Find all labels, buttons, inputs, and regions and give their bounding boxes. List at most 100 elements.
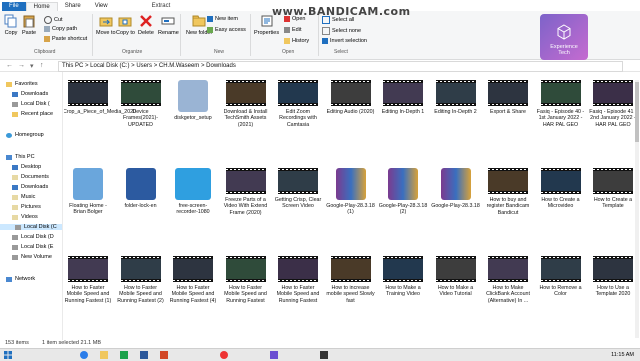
back-arrow-icon[interactable]: ← [6,62,13,69]
nav-label: Videos [21,214,38,220]
file-item[interactable]: How to Create a Template [589,168,637,210]
scrollbar-thumb[interactable] [635,82,639,142]
tab-file[interactable]: File [2,2,26,11]
copy-button[interactable]: Copy [4,14,18,36]
invert-selection-button[interactable]: Invert selection [322,38,367,44]
file-item[interactable]: Getting Crisp, Clear Screen Video [274,168,322,210]
nav-item-new-volume[interactable]: New Volume [12,254,52,260]
file-item[interactable]: How to Faster Mobile Speed and Running F… [274,256,322,304]
file-item[interactable]: How to Faster Mobile Speed and Running F… [222,256,270,304]
file-name: Fasiq - Episode 41 - 2nd January 2022 - … [589,109,637,128]
file-item[interactable]: Google-Play-28.3.18 (1) [326,168,375,216]
file-item[interactable]: How to Make a Training Video [379,256,427,298]
file-name: How to Create a Microvideo [541,197,580,210]
lock-installer-icon [125,168,156,200]
delete-button[interactable]: Delete [138,14,154,36]
nav-item-desktop[interactable]: Desktop [12,164,41,170]
easy-access-button[interactable]: Easy access [207,27,246,33]
tab-extract[interactable]: Extract [145,2,178,11]
file-item[interactable]: Editing In-Depth 2 [432,80,480,115]
file-item[interactable]: Google-Play-28.3.18 [431,168,480,209]
ribbon-tabs: File Home Share View Extract [0,2,178,12]
file-item[interactable]: Google-Play-28.3.18 (2) [379,168,427,216]
video-thumbnail-icon [278,168,318,194]
file-item[interactable]: How to Make a Video Tutorial [432,256,480,298]
file-item[interactable]: Export & Share [484,80,532,115]
nav-item-local-disk-e[interactable]: Local Disk (E [12,244,53,250]
documents-icon [12,174,18,180]
homegroup[interactable]: Homegroup [6,132,44,138]
file-item[interactable]: folder-lock-en [117,168,165,209]
network[interactable]: Network [6,276,35,282]
excel-icon[interactable] [120,351,128,359]
file-item[interactable]: How to Make ClickBank Account (Alternati… [484,256,532,304]
tab-view[interactable]: View [88,2,115,11]
file-item[interactable]: free-screen-recorder-1080 [169,168,217,216]
windows-start-icon[interactable] [4,351,12,359]
bandicam-icon[interactable] [320,351,328,359]
nav-item-local-disk-d[interactable]: Local Disk (D [12,234,54,240]
logo-line2: Tech [558,50,570,56]
up-arrow-icon[interactable]: ↑ [40,62,44,69]
file-item[interactable]: Editing In-Depth 1 [379,80,427,115]
nav-label: Local Disk (C [24,224,57,230]
nav-item-music[interactable]: Music [12,194,35,200]
this-pc[interactable]: This PC [6,154,35,160]
paste-button[interactable]: Paste [22,14,36,36]
vertical-scrollbar[interactable] [635,80,639,338]
file-item[interactable]: Device Frames(2021)-UPDATED [117,80,165,128]
file-item[interactable]: Fasiq - Episode 40 - 1st January 2022 - … [537,80,585,128]
file-item[interactable]: How to Use a Template 2020 [589,256,637,298]
nav-item-downloads[interactable]: Downloads [12,184,48,190]
file-item[interactable]: Floating Home - Brian Bolger [64,168,112,216]
copy-to-button[interactable]: Copy to [116,14,135,36]
powerpoint-icon[interactable] [160,351,168,359]
file-item[interactable]: Download & Install TechSmith Assets (202… [222,80,270,128]
chrome-icon[interactable] [220,351,228,359]
cut-button[interactable]: Cut [44,16,63,24]
rename-label: Rename [158,30,179,36]
nav-item-local-disk-fav[interactable]: Local Disk ( [12,101,50,107]
rename-button[interactable]: Rename [158,14,179,36]
select-none-button[interactable]: Select none [322,27,361,35]
paste-shortcut-button[interactable]: Paste shortcut [44,36,87,42]
address-bar[interactable]: This PC > Local Disk (C:) > Users > CH.M… [58,61,623,72]
nav-item-documents[interactable]: Documents [12,174,49,180]
nav-item-local-disk-c[interactable]: Local Disk (C [0,224,62,230]
nav-item-recent-places[interactable]: Recent place [12,111,53,117]
video-thumbnail-icon [278,256,318,282]
file-item[interactable]: How to Faster Mobile Speed and Running F… [169,256,217,304]
file-item[interactable]: How to buy and register Bandicam Bandicu… [484,168,532,216]
move-to-button[interactable]: Move to [96,14,116,36]
favorites-group[interactable]: Favorites [6,81,38,87]
edit-button[interactable]: Edit [284,27,301,33]
word-icon[interactable] [140,351,148,359]
file-item[interactable]: How to increase mobile speed Slowly fast [326,256,375,304]
file-item[interactable]: Crop_a_Piece_of_Media_2020 [64,80,136,115]
file-item[interactable]: How to Create a Microvideo [537,168,585,210]
file-item[interactable]: Edit Zoom Recordings with Camtasia [274,80,322,128]
history-dropdown-icon[interactable]: ▾ [30,62,34,70]
camtasia-icon[interactable] [270,351,278,359]
winrar-archive-icon [440,168,471,200]
file-item[interactable]: Fasiq - Episode 41 - 2nd January 2022 - … [589,80,637,128]
navigation-pane: Favorites Downloads Local Disk ( Recent … [0,72,63,340]
nav-item-videos[interactable]: Videos [12,214,38,220]
nav-item-downloads-fav[interactable]: Downloads [12,91,48,97]
tab-share[interactable]: Share [58,2,88,11]
nav-item-pictures[interactable]: Pictures [12,204,41,210]
download-folder-icon [12,91,18,97]
properties-label: Properties [254,30,280,36]
file-item[interactable]: How to Remove a Color [537,256,585,298]
file-explorer-icon[interactable] [100,351,108,359]
copy-path-button[interactable]: Copy path [44,26,77,32]
history-button[interactable]: History [284,38,309,44]
forward-arrow-icon[interactable]: → [18,62,25,69]
edge-icon[interactable] [80,351,88,359]
file-item[interactable]: Freeze Parts of a Video With Extend Fram… [222,168,270,216]
new-item-button[interactable]: New item [207,16,238,22]
file-item[interactable]: diskgetor_setup [169,80,217,121]
file-item[interactable]: How to Faster Mobile Speed and Running F… [117,256,165,304]
file-item[interactable]: Editing Audio (2020) [327,80,375,115]
file-item[interactable]: How to Faster Mobile Speed and Running F… [64,256,112,304]
